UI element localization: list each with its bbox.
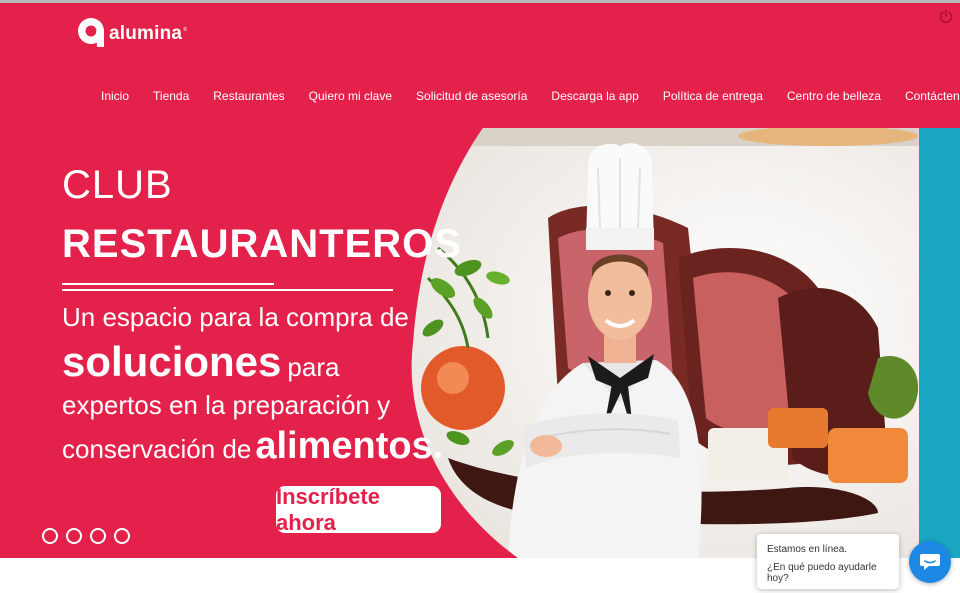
teal-side-strip <box>919 128 960 558</box>
slider-dot-4[interactable] <box>114 528 130 544</box>
nav-item-inicio[interactable]: Inicio <box>89 89 141 103</box>
inscribete-ahora-button[interactable]: Inscríbete ahora <box>276 484 441 535</box>
chat-status-text: Estamos en línea. <box>767 544 848 555</box>
main-navigation: Inicio Tienda Restaurantes Quiero mi cla… <box>89 89 960 103</box>
nav-item-tienda[interactable]: Tienda <box>141 89 201 103</box>
hero-tagline-line3: expertos en la preparación y <box>62 390 391 420</box>
chat-prompt-text: ¿En qué puedo ayudarle hoy? <box>767 562 877 584</box>
hero-title-bold: RESTAURANTEROS <box>62 222 462 266</box>
chat-icon <box>920 554 940 570</box>
slider-dot-2[interactable] <box>66 528 82 544</box>
alumina-a-logo-icon <box>78 18 104 47</box>
nav-item-centro-de-belleza[interactable]: Centro de belleza <box>775 89 893 103</box>
alumina-logo[interactable]: alumina ® <box>76 14 187 54</box>
chef-with-steak-dish-photo <box>411 128 960 558</box>
nav-item-quiero-mi-clave[interactable]: Quiero mi clave <box>297 89 404 103</box>
hero-keyword-alimentos: alimentos. <box>255 425 444 467</box>
hero-divider-short <box>62 283 274 285</box>
browser-top-edge <box>0 0 960 3</box>
hero-divider-long <box>62 289 393 291</box>
chat-greeting-bubble[interactable]: Estamos en línea. ¿En qué puedo ayudarle… <box>757 534 899 589</box>
hero-tagline-line4: conservación de alimentos. <box>62 425 443 468</box>
hero-tagline-line2: soluciones para <box>62 338 339 386</box>
hero-title-light: CLUB <box>62 163 173 207</box>
brand-name: alumina <box>109 23 183 44</box>
nav-item-descarga-la-app[interactable]: Descarga la app <box>539 89 650 103</box>
registered-mark: ® <box>183 27 187 33</box>
nav-item-restaurantes[interactable]: Restaurantes <box>201 89 296 103</box>
slider-pagination <box>42 528 138 544</box>
slider-dot-1[interactable] <box>42 528 58 544</box>
hero-keyword-soluciones: soluciones <box>62 338 282 385</box>
power-icon[interactable] <box>938 8 954 24</box>
hero-tagline-line1: Un espacio para la compra de <box>62 302 409 332</box>
hero-word-para: para <box>287 352 340 382</box>
hero-phrase-conservacion: conservación de <box>62 434 252 464</box>
nav-item-solicitud-de-asesoria[interactable]: Solicitud de asesoría <box>404 89 539 103</box>
nav-item-contactenos[interactable]: Contáctenos <box>893 89 960 103</box>
site-header: alumina ® Inicio Tienda Restaurantes Qui… <box>0 0 960 128</box>
chat-launcher-button[interactable] <box>909 541 951 583</box>
nav-item-politica-de-entrega[interactable]: Política de entrega <box>651 89 775 103</box>
slider-dot-3[interactable] <box>90 528 106 544</box>
